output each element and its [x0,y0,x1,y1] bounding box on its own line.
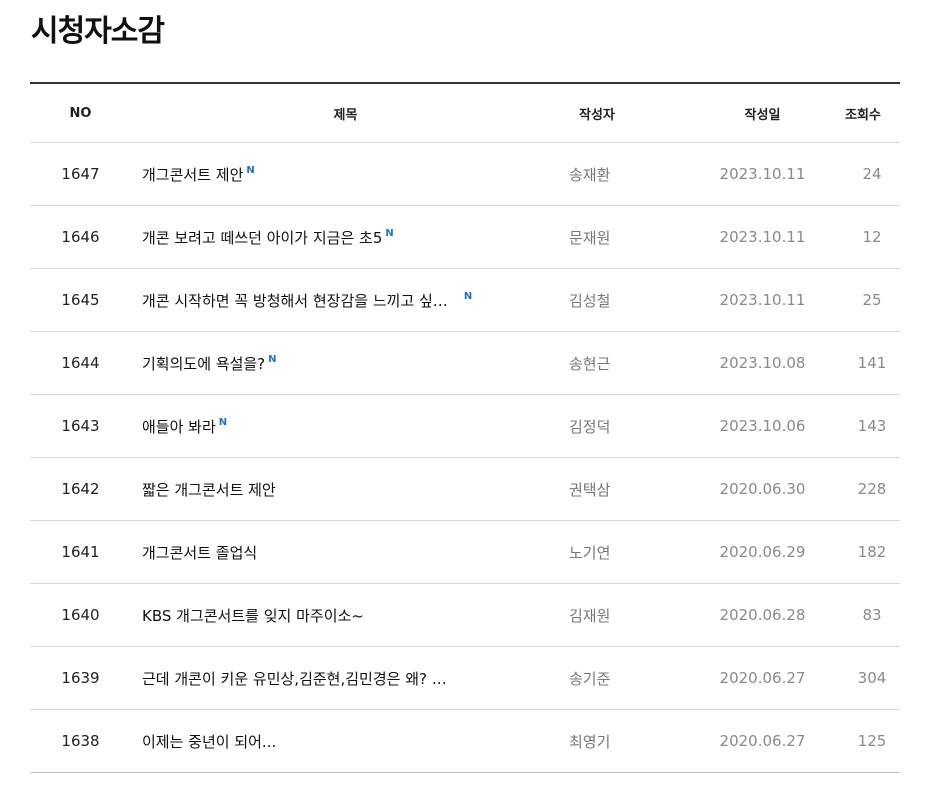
post-date: 2020.06.27 [719,732,806,750]
column-header-author: 작성자 [579,107,615,123]
post-date: 2023.10.11 [719,291,806,309]
column-header-no: NO [69,105,92,121]
new-badge-icon: N [385,227,394,239]
post-author: 송기준 [569,669,611,688]
post-date: 2020.06.28 [719,606,806,624]
post-author: 김재원 [569,606,611,625]
post-title-link[interactable]: 이제는 중년이 되어... [142,733,276,751]
post-views: 25 [862,291,882,309]
post-title-cell: 애들아 봐라 N [131,416,560,437]
table-row[interactable]: 1641 개그콘서트 졸업식 노기연 2020.06.29 182 [30,521,900,584]
post-views: 182 [857,543,887,561]
new-badge-icon: N [268,353,277,365]
post-title-link[interactable]: 짧은 개그콘서트 제안 [142,481,276,499]
post-views: 125 [857,732,887,750]
post-views: 24 [862,165,882,183]
post-number: 1640 [61,606,100,624]
post-author: 송현근 [569,354,611,373]
post-author: 김성철 [569,291,611,310]
table-header-row: NO 제목 작성자 작성일 조회수 [30,84,900,143]
post-title-cell: 개콘 보려고 떼쓰던 아이가 지금은 초5 N [131,227,560,248]
post-views: 141 [857,354,887,372]
post-title-cell: 짧은 개그콘서트 제안 [131,479,560,500]
column-header-date: 작성일 [744,107,781,123]
column-header-title: 제목 [333,107,358,123]
post-date: 2020.06.30 [719,480,806,498]
post-date: 2023.10.08 [719,354,806,372]
post-title-cell: KBS 개그콘서트를 잊지 마주이소~ [131,605,560,626]
post-number: 1639 [61,669,100,687]
post-date: 2023.10.11 [719,165,806,183]
post-author: 권택삼 [569,480,611,499]
post-author: 김정덕 [569,417,611,436]
post-number: 1642 [61,480,100,498]
post-date: 2023.10.06 [719,417,806,435]
post-number: 1643 [61,417,100,435]
post-title-cell: 기획의도에 욕설을? N [131,353,560,374]
column-header-views: 조회수 [845,107,881,123]
post-views: 83 [862,606,882,624]
post-title-link[interactable]: 개그콘서트 제안 [142,166,243,184]
post-views: 143 [857,417,887,435]
post-number: 1647 [61,165,100,183]
post-title-link[interactable]: 애들아 봐라 [142,418,216,436]
post-date: 2020.06.29 [719,543,806,561]
post-title-link[interactable]: KBS 개그콘서트를 잊지 마주이소~ [142,607,364,625]
post-title-cell: 개콘 시작하면 꼭 방청해서 현장감을 느끼고 싶… N [131,290,560,311]
new-badge-icon: N [463,290,473,302]
post-author: 송재환 [569,165,611,184]
post-number: 1646 [61,228,100,246]
board-table: NO 제목 작성자 작성일 조회수 1647 개그콘서트 제안 N 송재환 202… [30,82,900,773]
post-number: 1638 [61,732,100,750]
table-body: 1647 개그콘서트 제안 N 송재환 2023.10.11 24 1646 개콘… [30,143,900,773]
post-title-link[interactable]: 개그콘서트 졸업식 [142,544,257,562]
table-row[interactable]: 1646 개콘 보려고 떼쓰던 아이가 지금은 초5 N 문재원 2023.10.… [30,206,900,269]
post-number: 1645 [61,291,100,309]
table-row[interactable]: 1642 짧은 개그콘서트 제안 권택삼 2020.06.30 228 [30,458,900,521]
post-title-link[interactable]: 개콘 시작하면 꼭 방청해서 현장감을 느끼고 싶… [142,292,448,310]
post-views: 304 [857,669,887,687]
post-author: 문재원 [569,228,611,247]
table-row[interactable]: 1643 애들아 봐라 N 김정덕 2023.10.06 143 [30,395,900,458]
post-title-cell: 이제는 중년이 되어... [131,731,560,752]
new-badge-icon: N [218,416,228,428]
post-date: 2023.10.11 [719,228,806,246]
table-row[interactable]: 1645 개콘 시작하면 꼭 방청해서 현장감을 느끼고 싶… N 김성철 202… [30,269,900,332]
post-author: 노기연 [569,543,611,562]
post-title-cell: 개그콘서트 졸업식 [131,542,560,563]
table-row[interactable]: 1639 근데 개콘이 키운 유민상,김준현,김민경은 왜? … 송기준 202… [30,647,900,710]
post-number: 1641 [61,543,100,561]
post-views: 228 [857,480,887,498]
post-number: 1644 [61,354,100,372]
post-title-link[interactable]: 근데 개콘이 키운 유민상,김준현,김민경은 왜? … [142,670,447,688]
new-badge-icon: N [246,164,255,176]
page-title: 시청자소감 [31,14,165,49]
table-row[interactable]: 1638 이제는 중년이 되어... 최영기 2020.06.27 125 [30,710,900,773]
post-title-link[interactable]: 기획의도에 욕설을? [142,355,265,373]
post-date: 2020.06.27 [719,669,806,687]
table-row[interactable]: 1644 기획의도에 욕설을? N 송현근 2023.10.08 141 [30,332,900,395]
table-row[interactable]: 1647 개그콘서트 제안 N 송재환 2023.10.11 24 [30,143,900,206]
table-row[interactable]: 1640 KBS 개그콘서트를 잊지 마주이소~ 김재원 2020.06.28 … [30,584,900,647]
post-title-link[interactable]: 개콘 보려고 떼쓰던 아이가 지금은 초5 [142,229,382,247]
post-views: 12 [862,228,882,246]
post-title-cell: 근데 개콘이 키운 유민상,김준현,김민경은 왜? … [131,668,560,689]
post-title-cell: 개그콘서트 제안 N [131,164,560,185]
post-author: 최영기 [569,732,611,751]
